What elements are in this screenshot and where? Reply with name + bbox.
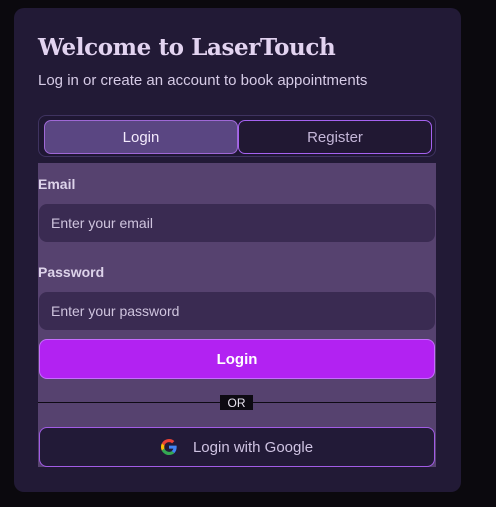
- page-title: Welcome to LaserTouch: [38, 34, 336, 61]
- tab-register[interactable]: Register: [238, 120, 432, 154]
- email-label: Email: [38, 176, 76, 192]
- password-field[interactable]: [39, 292, 435, 330]
- login-card: Welcome to LaserTouch Log in or create a…: [14, 8, 461, 492]
- password-label: Password: [38, 264, 105, 280]
- login-form: Email Password Login OR Login with Googl…: [38, 163, 436, 467]
- email-field[interactable]: [39, 204, 435, 242]
- tab-login[interactable]: Login: [44, 120, 238, 154]
- page-subtitle: Log in or create an account to book appo…: [38, 72, 368, 89]
- login-button[interactable]: Login: [39, 339, 435, 379]
- google-login-label: Login with Google: [192, 438, 314, 456]
- divider-or: OR: [220, 395, 253, 410]
- auth-tabs: Login Register: [38, 115, 436, 157]
- google-login-button[interactable]: Login with Google: [39, 427, 435, 467]
- google-g-icon: [160, 439, 177, 455]
